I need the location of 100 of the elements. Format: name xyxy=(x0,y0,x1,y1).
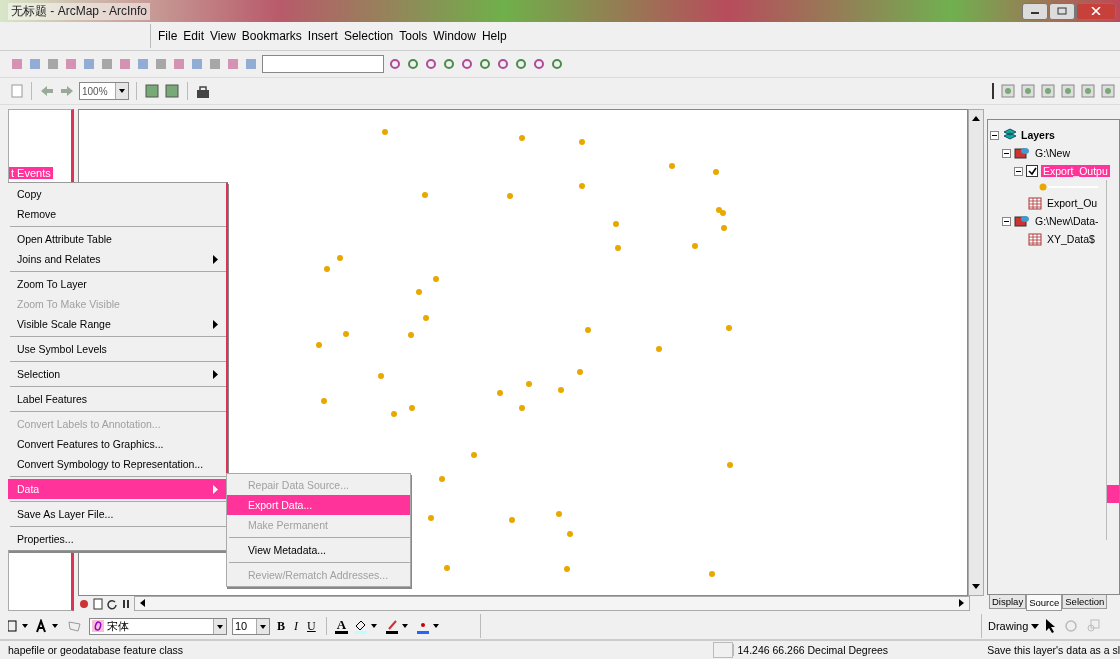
tool-icon[interactable] xyxy=(478,57,492,71)
context-menu-item[interactable]: Save As Layer File... xyxy=(8,504,226,524)
tool-icon[interactable] xyxy=(100,57,114,71)
tool-icon[interactable] xyxy=(442,57,456,71)
menu-item[interactable]: Window xyxy=(430,29,479,43)
tool-icon[interactable] xyxy=(136,57,150,71)
panel-tab[interactable]: Selection xyxy=(1062,595,1108,609)
tool-icon[interactable] xyxy=(172,57,186,71)
panel-tab[interactable]: Display xyxy=(989,595,1027,609)
close-button[interactable] xyxy=(1076,2,1116,20)
context-menu-item[interactable]: Selection xyxy=(8,364,226,384)
submenu-item[interactable]: View Metadata... xyxy=(227,540,410,560)
collapse-icon[interactable] xyxy=(1002,148,1011,158)
horizontal-scrollbar[interactable] xyxy=(134,596,970,611)
zoom-tool-icon[interactable] xyxy=(1040,83,1056,99)
refresh-icon[interactable] xyxy=(106,597,118,610)
tool-icon[interactable] xyxy=(460,57,474,71)
rectangle-tool-dropdown[interactable] xyxy=(8,620,30,632)
menu-item[interactable]: Edit xyxy=(180,29,208,43)
tool-icon[interactable] xyxy=(244,57,258,71)
tool-icon[interactable] xyxy=(424,57,438,71)
context-menu-item[interactable]: Label Features xyxy=(8,389,226,409)
menu-item[interactable]: Help xyxy=(478,29,510,43)
tool-icon[interactable] xyxy=(208,57,222,71)
layout-view-icon[interactable] xyxy=(164,83,180,99)
collapse-icon[interactable] xyxy=(990,130,999,140)
text-tool-dropdown[interactable] xyxy=(35,619,61,633)
context-menu-item[interactable]: Remove xyxy=(8,204,226,224)
tool-icon[interactable] xyxy=(10,57,24,71)
tool-icon[interactable] xyxy=(514,57,528,71)
tool-icon[interactable] xyxy=(190,57,204,71)
data-view-icon[interactable] xyxy=(78,597,90,610)
tool-icon[interactable] xyxy=(64,57,78,71)
edit-vertices-icon[interactable] xyxy=(66,619,84,633)
tool-icon[interactable] xyxy=(118,57,132,71)
zoom-tool-icon[interactable] xyxy=(1060,83,1076,99)
underline-button[interactable]: U xyxy=(305,618,318,634)
window-title: 无标题 - ArcMap - ArcInfo xyxy=(8,2,151,20)
context-menu-item[interactable]: Zoom To Layer xyxy=(8,274,226,294)
context-menu-item[interactable]: Use Symbol Levels xyxy=(8,339,226,359)
menu-item[interactable]: Insert xyxy=(304,29,341,43)
context-menu-item[interactable]: Open Attribute Table xyxy=(8,229,226,249)
point-feature xyxy=(324,266,330,272)
data-source-label[interactable]: G:\New\Data- xyxy=(1033,215,1101,227)
collapse-icon[interactable] xyxy=(1014,166,1023,176)
context-menu-item[interactable]: Joins and Relates xyxy=(8,249,226,269)
tool-icon[interactable] xyxy=(46,57,60,71)
layout-view-icon[interactable] xyxy=(144,83,160,99)
table-label[interactable]: Export_Ou xyxy=(1045,197,1100,209)
italic-button[interactable]: I xyxy=(292,618,300,634)
drawing-menu-button[interactable]: Drawing xyxy=(988,620,1040,632)
zoom-tool-icon[interactable] xyxy=(1080,83,1096,99)
context-menu-item[interactable]: Convert Features to Graphics... xyxy=(8,434,226,454)
point-feature xyxy=(692,243,698,249)
tool-icon[interactable] xyxy=(532,57,546,71)
lock-icon[interactable] xyxy=(195,83,211,99)
scale-field[interactable] xyxy=(262,55,384,73)
tool-icon[interactable] xyxy=(28,57,42,71)
layers-label[interactable]: Layers xyxy=(1021,129,1055,141)
tool-icon[interactable] xyxy=(550,57,564,71)
pause-icon[interactable] xyxy=(120,597,132,610)
context-menu-item[interactable]: Convert Symbology to Representation... xyxy=(8,454,226,474)
minimize-button[interactable] xyxy=(1022,2,1048,20)
tool-icon[interactable] xyxy=(388,57,402,71)
data-source-label[interactable]: G:\New xyxy=(1033,147,1072,159)
layer-checkbox[interactable] xyxy=(1026,165,1038,177)
zoom-tool-icon[interactable] xyxy=(1100,83,1116,99)
tool-icon[interactable] xyxy=(226,57,240,71)
panel-tab[interactable]: Source xyxy=(1026,595,1063,611)
context-menu-item[interactable]: Properties... xyxy=(8,529,226,549)
zoom-tool-icon[interactable] xyxy=(1000,83,1016,99)
bold-button[interactable]: B xyxy=(275,618,287,634)
tool-icon[interactable] xyxy=(82,57,96,71)
tool-icon[interactable] xyxy=(154,57,168,71)
font-name-dropdown[interactable]: 宋体 xyxy=(89,617,227,635)
context-menu-item[interactable]: Copy xyxy=(8,184,226,204)
tool-icon[interactable] xyxy=(406,57,420,71)
font-icon xyxy=(92,620,104,632)
point-feature xyxy=(408,332,414,338)
status-message: hapefile or geodatabase feature class xyxy=(7,644,185,656)
zoom-tool-icon[interactable] xyxy=(1020,83,1036,99)
back-arrow-icon[interactable] xyxy=(39,83,55,99)
menu-item[interactable]: View xyxy=(207,29,239,43)
menu-item[interactable]: Tools xyxy=(396,29,431,43)
zoom-percent-dropdown[interactable]: 100% xyxy=(79,82,129,100)
forward-arrow-icon[interactable] xyxy=(59,83,75,99)
font-color-button[interactable]: A xyxy=(334,618,349,634)
line-color-icon[interactable] xyxy=(384,618,411,634)
tool-icon[interactable] xyxy=(496,57,510,71)
vertical-scrollbar[interactable] xyxy=(968,109,984,596)
table-label[interactable]: XY_Data$ xyxy=(1045,233,1097,245)
point-feature xyxy=(656,346,662,352)
menu-item[interactable]: File xyxy=(155,29,181,43)
page-icon[interactable] xyxy=(92,597,104,610)
context-menu-item[interactable]: Visible Scale Range xyxy=(8,314,226,334)
collapse-icon[interactable] xyxy=(1002,216,1011,226)
fill-color-icon[interactable] xyxy=(353,618,380,634)
font-size-dropdown[interactable]: 10 xyxy=(232,617,270,635)
menu-item[interactable]: Bookmarks xyxy=(238,29,305,43)
menu-item[interactable]: Selection xyxy=(340,29,397,43)
